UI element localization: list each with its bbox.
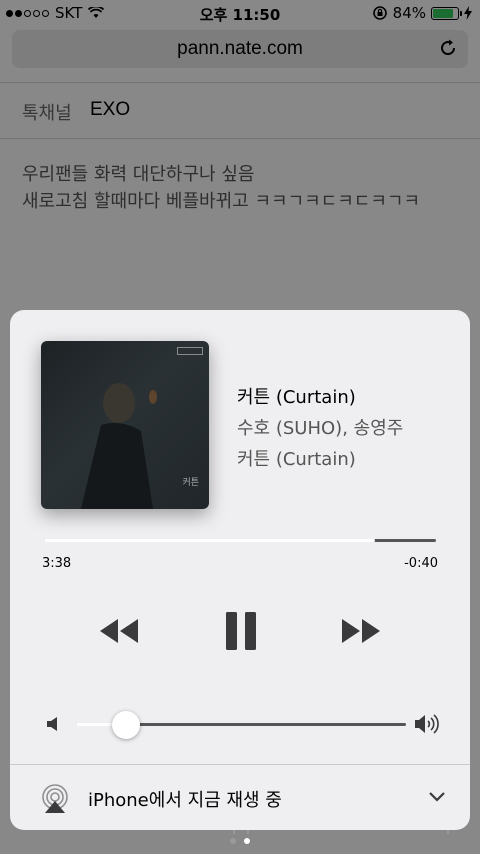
artwork-logo [177, 347, 203, 355]
album-artwork: 커튼 [41, 341, 209, 509]
pause-icon [226, 612, 256, 650]
chevron-down-icon[interactable] [428, 791, 446, 803]
fast-forward-button[interactable] [340, 615, 384, 647]
page-indicator [0, 838, 480, 844]
volume-thumb[interactable] [111, 711, 140, 739]
volume-max-icon [415, 714, 439, 734]
playback-progress-fill [44, 539, 376, 542]
elapsed-time: 3:38 [42, 556, 72, 571]
rewind-button[interactable] [96, 615, 140, 647]
airplay-label: iPhone에서 지금 재생 중 [88, 790, 282, 811]
track-title: 커튼 (Curtain) [237, 387, 356, 408]
rewind-icon [100, 619, 138, 643]
playback-scrubber[interactable] [44, 539, 436, 542]
airplay-output-button[interactable]: iPhone에서 지금 재생 중 [10, 765, 470, 830]
page-dot [230, 838, 236, 844]
track-album: 커튼 (Curtain) [237, 449, 356, 470]
volume-min-icon [47, 717, 57, 731]
remaining-time: -0:40 [404, 556, 438, 571]
airplay-icon [42, 784, 68, 813]
now-playing-card: 커튼 커튼 (Curtain) 수호 (SUHO), 송영주 커튼 (Curta… [10, 310, 470, 830]
page-dot-active [244, 838, 250, 844]
track-artist: 수호 (SUHO), 송영주 [237, 418, 404, 439]
fast-forward-icon [342, 619, 380, 643]
artwork-title: 커튼 [182, 478, 199, 488]
pause-button[interactable] [224, 610, 258, 652]
